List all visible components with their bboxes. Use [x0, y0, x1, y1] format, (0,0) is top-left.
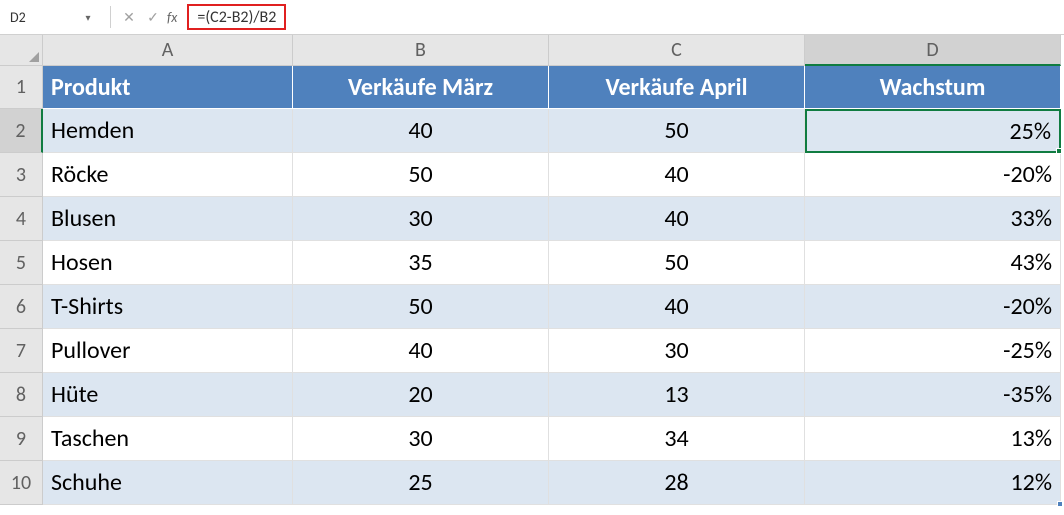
row-header-6[interactable]: 6	[0, 285, 43, 329]
row-header-5[interactable]: 5	[0, 241, 43, 285]
fill-handle[interactable]	[1056, 148, 1062, 154]
cell-B7[interactable]: 40	[293, 329, 549, 373]
cell-A10[interactable]: Schuhe	[43, 461, 293, 505]
formula-text: =(C2-B2)/B2	[197, 8, 276, 27]
column-header-C[interactable]: C	[549, 35, 805, 66]
row-header-10[interactable]: 10	[0, 461, 43, 505]
cell-D8[interactable]: -35%	[805, 373, 1061, 417]
cell-D6[interactable]: -20%	[805, 285, 1061, 329]
cell-A7[interactable]: Pullover	[43, 329, 293, 373]
cell-C5[interactable]: 50	[549, 241, 805, 285]
cell-value: 25%	[1010, 117, 1051, 146]
cell-D7[interactable]: -25%	[805, 329, 1061, 373]
cell-C9[interactable]: 34	[549, 417, 805, 461]
cell-C6[interactable]: 40	[549, 285, 805, 329]
row-header-2[interactable]: 2	[0, 109, 43, 153]
row-header-7[interactable]: 7	[0, 329, 43, 373]
chevron-down-icon[interactable]: ▾	[78, 11, 98, 24]
cell-D9[interactable]: 13%	[805, 417, 1061, 461]
cell-D4[interactable]: 33%	[805, 197, 1061, 241]
enter-icon[interactable]: ✓	[141, 5, 165, 29]
cell-B6[interactable]: 50	[293, 285, 549, 329]
cell-D3[interactable]: -20%	[805, 153, 1061, 197]
cell-B5[interactable]: 35	[293, 241, 549, 285]
cell-D2[interactable]: 25%	[805, 109, 1061, 153]
cell-A8[interactable]: Hüte	[43, 373, 293, 417]
cell-C1[interactable]: Verkäufe April	[549, 66, 805, 109]
row-header-3[interactable]: 3	[0, 153, 43, 197]
cell-C10[interactable]: 28	[549, 461, 805, 505]
select-all-corner[interactable]	[0, 35, 43, 66]
spreadsheet-grid: A B C D 1 Produkt Verkäufe März Verkäufe…	[0, 35, 1064, 505]
cell-C4[interactable]: 40	[549, 197, 805, 241]
fx-icon[interactable]: fx	[167, 9, 177, 26]
cell-C8[interactable]: 13	[549, 373, 805, 417]
cell-A9[interactable]: Taschen	[43, 417, 293, 461]
range-handle[interactable]	[1057, 501, 1063, 507]
cell-B10[interactable]: 25	[293, 461, 549, 505]
column-header-A[interactable]: A	[43, 35, 293, 66]
cell-A1[interactable]: Produkt	[43, 66, 293, 109]
cell-C2[interactable]: 50	[549, 109, 805, 153]
cell-A3[interactable]: Röcke	[43, 153, 293, 197]
cell-D10[interactable]: 12%	[805, 461, 1061, 505]
row-header-4[interactable]: 4	[0, 197, 43, 241]
divider	[110, 6, 111, 28]
cell-B1[interactable]: Verkäufe März	[293, 66, 549, 109]
row-header-1[interactable]: 1	[0, 66, 43, 109]
cell-value: 12%	[1011, 468, 1052, 497]
formula-bar: D2 ▾ ✕ ✓ fx =(C2-B2)/B2	[0, 0, 1064, 35]
cell-B9[interactable]: 30	[293, 417, 549, 461]
cell-A5[interactable]: Hosen	[43, 241, 293, 285]
column-header-B[interactable]: B	[293, 35, 549, 66]
cell-B4[interactable]: 30	[293, 197, 549, 241]
cell-A6[interactable]: T-Shirts	[43, 285, 293, 329]
column-header-D[interactable]: D	[805, 35, 1061, 66]
cancel-icon[interactable]: ✕	[117, 5, 141, 29]
cell-C7[interactable]: 30	[549, 329, 805, 373]
cell-A2[interactable]: Hemden	[43, 109, 293, 153]
formula-input[interactable]: =(C2-B2)/B2	[187, 4, 286, 30]
cell-D1[interactable]: Wachstum	[805, 66, 1061, 109]
cell-D5[interactable]: 43%	[805, 241, 1061, 285]
cell-B2[interactable]: 40	[293, 109, 549, 153]
row-header-8[interactable]: 8	[0, 373, 43, 417]
name-box[interactable]: D2 ▾	[4, 4, 104, 30]
row-header-9[interactable]: 9	[0, 417, 43, 461]
cell-reference: D2	[10, 9, 78, 26]
cell-B3[interactable]: 50	[293, 153, 549, 197]
cell-A4[interactable]: Blusen	[43, 197, 293, 241]
cell-B8[interactable]: 20	[293, 373, 549, 417]
cell-C3[interactable]: 40	[549, 153, 805, 197]
